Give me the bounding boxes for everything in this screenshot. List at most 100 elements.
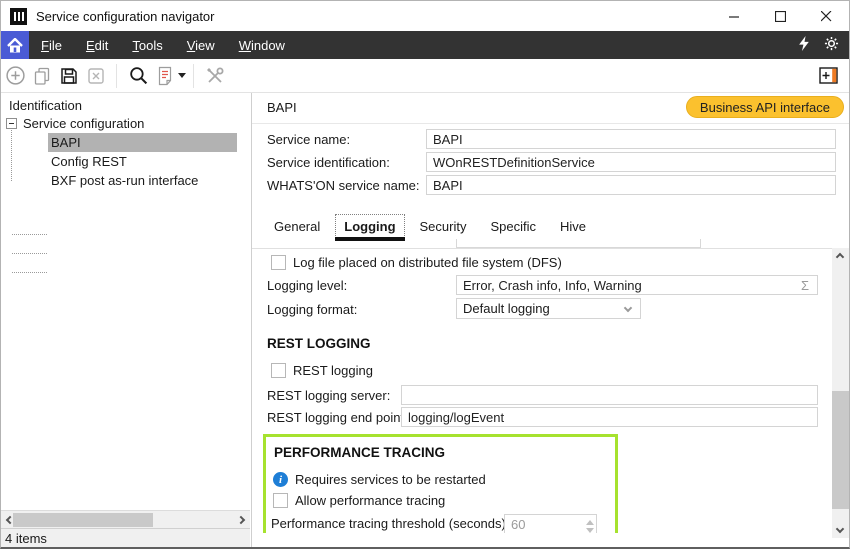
tree-item-label: BAPI (51, 135, 81, 150)
close-icon (821, 11, 832, 22)
report-dropdown-button[interactable] (151, 63, 186, 89)
divider (252, 123, 849, 124)
copy-button[interactable] (29, 63, 55, 89)
sidebar-header: Identification (9, 98, 82, 113)
logging-level-input[interactable] (456, 275, 818, 295)
maximize-icon (775, 11, 786, 22)
tab-security[interactable]: Security (408, 213, 479, 239)
tab-general[interactable]: General (262, 213, 332, 239)
dropdown-caret-icon (178, 73, 186, 82)
tree-connector (11, 130, 12, 181)
save-icon (59, 66, 79, 86)
chevron-down-icon (836, 525, 844, 533)
logging-format-label: Logging format: (267, 299, 357, 319)
chevron-up-icon (836, 253, 844, 261)
tree-item-config-rest[interactable]: Config REST (48, 152, 237, 171)
rest-endpoint-input[interactable] (401, 407, 818, 427)
titlebar: Service configuration navigator (1, 1, 849, 31)
dfs-checkbox[interactable] (271, 255, 286, 270)
tree-item-bapi[interactable]: BAPI (48, 133, 237, 152)
menu-edit[interactable]: Edit (74, 32, 120, 59)
rest-logging-checkbox-row: REST logging (271, 363, 373, 378)
rest-server-label: REST logging server: (267, 385, 390, 405)
close-button[interactable] (803, 1, 849, 31)
tools-icon (204, 66, 226, 86)
copy-icon (32, 66, 52, 86)
detail-pane: BAPI Business API interface Service name… (252, 93, 849, 547)
logging-level-label: Logging level: (267, 275, 347, 295)
minimize-button[interactable] (711, 1, 757, 31)
delete-button[interactable] (83, 63, 109, 89)
threshold-label: Performance tracing threshold (seconds): (271, 516, 509, 531)
menu-tools[interactable]: Tools (120, 32, 174, 59)
vertical-scrollbar[interactable] (832, 248, 849, 538)
menu-file[interactable]: File (29, 32, 74, 59)
dfs-checkbox-label: Log file placed on distributed file syst… (293, 255, 562, 270)
tree-item-label: BXF post as-run interface (51, 173, 198, 188)
restart-info-row: Requires services to be restarted (273, 472, 486, 487)
service-identification-input[interactable] (426, 152, 836, 172)
rest-server-input[interactable] (401, 385, 818, 405)
tree-connector (12, 253, 47, 254)
spin-down-icon[interactable] (586, 528, 594, 533)
allow-tracing-checkbox[interactable] (273, 493, 288, 508)
notes-icon (156, 66, 174, 86)
service-name-input[interactable] (426, 129, 836, 149)
tab-content-viewport: Log file placed on distributed file syst… (252, 248, 832, 533)
statusbar: 4 items (1, 528, 250, 547)
chevron-down-icon (624, 304, 632, 312)
clipped-field[interactable] (456, 239, 701, 248)
toolbar (1, 59, 849, 93)
home-button[interactable] (1, 31, 29, 59)
menu-window[interactable]: Window (227, 32, 297, 59)
sigma-button[interactable]: Σ (796, 276, 814, 294)
rest-logging-checkbox[interactable] (271, 363, 286, 378)
service-type-badge: Business API interface (686, 96, 844, 118)
gear-icon[interactable] (824, 36, 839, 54)
tab-hive[interactable]: Hive (548, 213, 598, 239)
toolbar-separator (193, 64, 194, 88)
info-icon (273, 472, 288, 487)
allow-tracing-checkbox-row: Allow performance tracing (273, 493, 445, 508)
whatson-service-name-input[interactable] (426, 175, 836, 195)
horizontal-scrollbar[interactable] (1, 510, 250, 528)
tree-item-label: Config REST (51, 154, 127, 169)
tree-item-bxf[interactable]: BXF post as-run interface (48, 171, 237, 190)
threshold-spinner (504, 514, 597, 533)
logging-format-select[interactable]: Default logging (456, 298, 641, 319)
dfs-checkbox-row: Log file placed on distributed file syst… (271, 255, 562, 270)
performance-tracing-highlight: PERFORMANCE TRACING Requires services to… (263, 434, 618, 533)
search-icon (128, 65, 149, 86)
service-identification-label: Service identification: (267, 152, 390, 172)
threshold-input[interactable] (505, 515, 575, 533)
horizontal-scrollbar-thumb[interactable] (13, 513, 153, 527)
threshold-row: Performance tracing threshold (seconds): (271, 516, 609, 531)
scroll-down-button[interactable] (832, 521, 848, 537)
search-button[interactable] (125, 63, 151, 89)
tab-logging[interactable]: Logging (335, 214, 404, 238)
add-panel-icon (819, 66, 839, 85)
configure-tools-button[interactable] (202, 63, 228, 89)
plus-circle-icon (5, 65, 26, 86)
add-button[interactable] (2, 63, 28, 89)
window-controls (711, 1, 849, 31)
tree-expander-icon[interactable] (6, 118, 17, 129)
vertical-scrollbar-thumb[interactable] (832, 391, 849, 509)
tab-specific[interactable]: Specific (478, 213, 548, 239)
maximize-button[interactable] (757, 1, 803, 31)
menu-view[interactable]: View (175, 32, 227, 59)
add-panel-button[interactable] (816, 63, 842, 89)
service-name-label: Service name: (267, 129, 350, 149)
detail-title: BAPI (267, 100, 297, 115)
bolt-icon[interactable] (799, 36, 810, 54)
toolbar-separator (116, 64, 117, 88)
app-icon (10, 8, 27, 25)
scroll-right-button[interactable] (233, 512, 249, 528)
rest-endpoint-label: REST logging end point: (267, 407, 408, 427)
save-button[interactable] (56, 63, 82, 89)
spin-up-icon[interactable] (586, 516, 594, 525)
scroll-up-button[interactable] (832, 249, 848, 265)
tab-bar: General Logging Security Specific Hive (262, 213, 598, 239)
tree-root[interactable]: Service configuration (23, 115, 144, 132)
sidebar: Identification Service configuration BAP… (1, 93, 252, 547)
